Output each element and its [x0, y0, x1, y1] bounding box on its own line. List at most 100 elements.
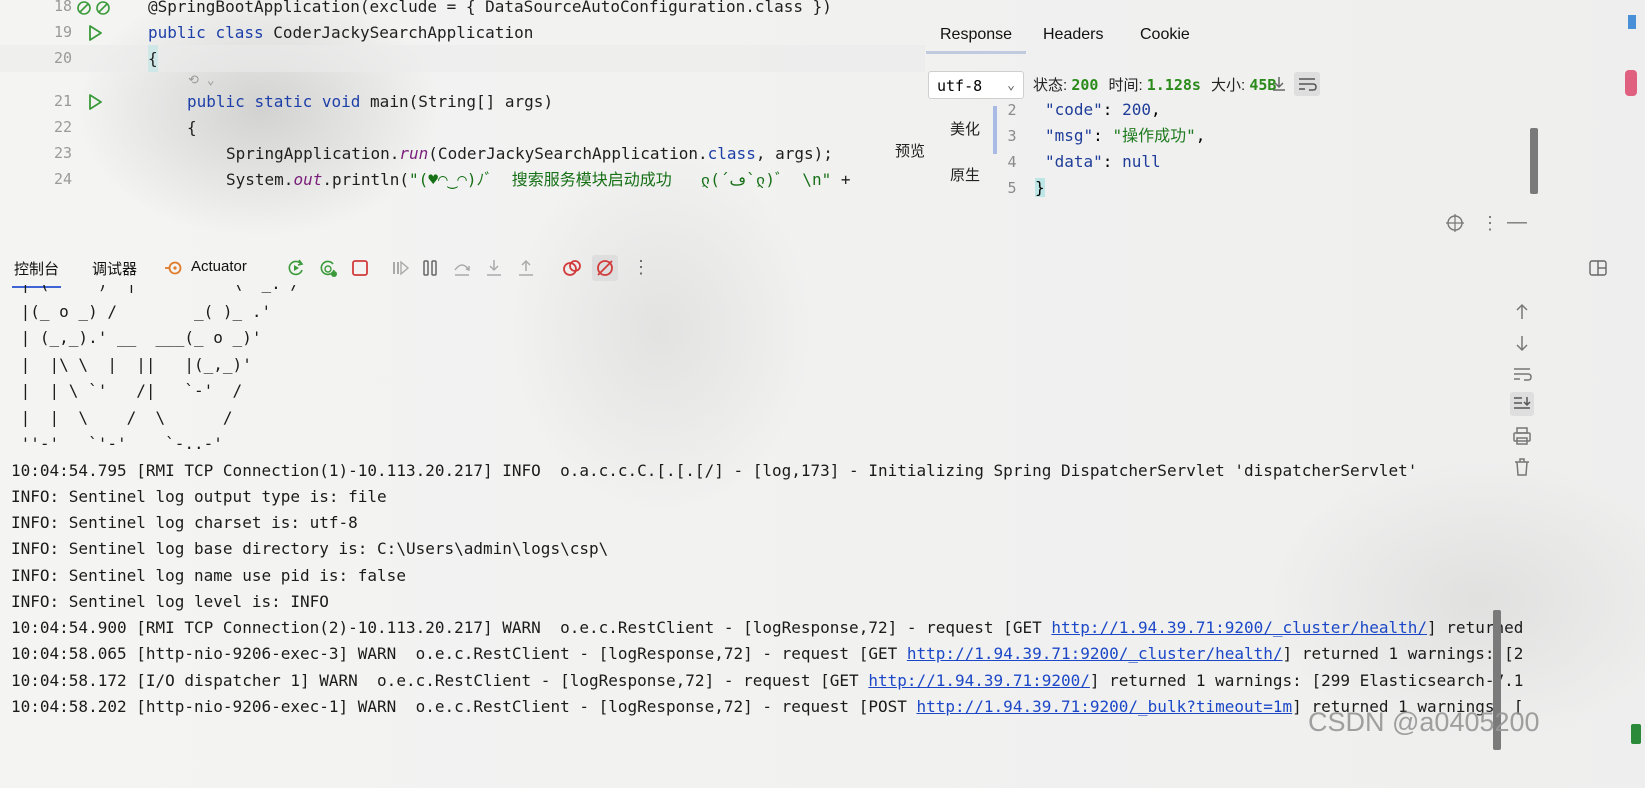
log-line: 10:04:54.900 [RMI TCP Connection(2)-10.1…	[11, 618, 1524, 637]
code-editor[interactable]: 18 @SpringBootApplication(exclude = { Da…	[0, 0, 925, 205]
time-label: 时间:	[1108, 77, 1143, 94]
tab-debugger[interactable]: 调试器	[92, 258, 137, 279]
scroll-up-icon[interactable]	[1510, 300, 1534, 324]
code-text: SpringApplication.run(CoderJackySearchAp…	[226, 144, 833, 163]
soft-wrap-icon[interactable]	[1294, 72, 1320, 96]
log-line: 10:04:58.172 [I/O dispatcher 1] WARN o.e…	[11, 671, 1524, 690]
line-number: 21	[53, 92, 72, 110]
line-number: 22	[53, 118, 72, 136]
response-scrollbar[interactable]	[1530, 128, 1538, 194]
line-number: 23	[53, 144, 72, 162]
inlay-hint[interactable]: ⟲ ⌄	[188, 73, 215, 88]
tab-console[interactable]: 控制台	[11, 258, 62, 288]
download-icon[interactable]	[1270, 75, 1288, 98]
tab-response[interactable]: Response	[925, 26, 1027, 54]
raw-button[interactable]: 原生	[950, 164, 980, 185]
layout-icon[interactable]	[1588, 258, 1608, 283]
rerun-icon[interactable]	[286, 258, 306, 278]
run-gutter-icon[interactable]	[86, 24, 104, 42]
tab-cookie[interactable]: Cookie	[1140, 26, 1190, 44]
minimize-icon[interactable]: —	[1507, 211, 1527, 234]
code-text: public static void main(String[] args)	[187, 92, 554, 111]
pause-icon[interactable]	[420, 258, 440, 278]
code-line-19: 19 public class CoderJackySearchApplicat…	[0, 19, 925, 46]
debug-toolbar: 控制台 调试器 Actuator ⋮	[0, 248, 1645, 288]
log-line: 10:04:54.795 [RMI TCP Connection(1)-10.1…	[11, 461, 1418, 480]
log-line: 10:04:58.202 [http-nio-9206-exec-1] WARN…	[11, 697, 1524, 716]
line-number: 19	[53, 23, 72, 41]
more-options-icon[interactable]: ⋮	[1481, 213, 1499, 234]
json-viewer[interactable]: 2 "code": 200, 3 "msg": "操作成功", 4 "data"…	[995, 97, 1292, 205]
step-into-icon[interactable]	[484, 258, 504, 278]
ascii-art-line: |(_ o _) / _( )_ .'	[11, 302, 272, 321]
code-line-21: 21 public static void main(String[] args…	[0, 88, 925, 115]
code-text: {	[187, 118, 197, 137]
bean-gutter-icon[interactable]	[76, 0, 110, 17]
log-line: INFO: Sentinel log level is: INFO	[11, 592, 329, 611]
soft-wrap-icon[interactable]	[1510, 362, 1534, 386]
code-line-22: 22 {	[0, 114, 925, 141]
log-line: INFO: Sentinel log base directory is: C:…	[11, 539, 609, 558]
step-out-icon[interactable]	[516, 258, 536, 278]
trash-icon[interactable]	[1510, 455, 1534, 479]
mute-breakpoints-icon[interactable]	[592, 255, 618, 281]
stop-icon[interactable]	[350, 258, 370, 278]
log-line: INFO: Sentinel log name use pid is: fals…	[11, 566, 406, 585]
log-link[interactable]: http://1.94.39.71:9200/	[868, 671, 1090, 690]
edge-status-icon	[1631, 724, 1641, 744]
ascii-art-line: | (_,_).' __ ___(_ o _)'	[11, 328, 262, 347]
step-over-icon[interactable]	[452, 258, 472, 278]
line-number: 24	[53, 170, 72, 188]
json-line: 3 "msg": "操作成功",	[1007, 126, 1206, 145]
size-label: 大小:	[1210, 77, 1246, 94]
pretty-button[interactable]: 美化	[950, 118, 980, 139]
actuator-icon	[164, 258, 184, 278]
response-tabs: Response Headers Cookie	[925, 26, 1340, 56]
chevron-down-icon: ⌄	[1007, 78, 1015, 93]
code-text: @SpringBootApplication(exclude = { DataS…	[148, 0, 832, 16]
code-line-23: 23 SpringApplication.run(CoderJackySearc…	[0, 140, 925, 167]
json-line: 5 }	[1007, 178, 1045, 197]
status-row: 状态: 200 时间: 1.128s 大小: 45B	[1033, 74, 1276, 95]
time-value: 1.128s	[1146, 76, 1201, 94]
response-panel: Response Headers Cookie utf-8 ⌄ 状态: 200 时…	[895, 0, 1538, 205]
watermark: CSDN @a0405200	[1308, 707, 1540, 737]
encoding-value: utf-8	[937, 77, 983, 95]
log-link[interactable]: http://1.94.39.71:9200/_cluster/health/	[907, 644, 1283, 663]
scroll-to-end-icon[interactable]	[1510, 392, 1534, 416]
encoding-select[interactable]: utf-8 ⌄	[928, 71, 1024, 99]
ascii-art-line: | ( ) | \ _. /	[11, 285, 300, 297]
log-link[interactable]: http://1.94.39.71:9200/_bulk?timeout=1m	[916, 697, 1292, 716]
code-text: public class CoderJackySearchApplication	[148, 23, 534, 42]
line-number: 20	[53, 49, 72, 67]
resume-icon[interactable]	[390, 258, 410, 278]
code-line-18: 18 @SpringBootApplication(exclude = { Da…	[0, 0, 925, 20]
view-breakpoints-icon[interactable]	[562, 258, 582, 278]
run-gutter-icon[interactable]	[86, 93, 104, 111]
print-icon[interactable]	[1510, 424, 1534, 448]
code-text: {	[148, 45, 158, 72]
ascii-art-line: | | \ / \ /	[11, 408, 233, 427]
preview-label[interactable]: 预览	[895, 140, 925, 161]
code-line-24: 24 System.out.println("(♥◠‿◠)ﾉﾞ 搜索服务模块启动…	[0, 166, 925, 193]
tab-headers[interactable]: Headers	[1043, 26, 1103, 44]
line-number: 18	[53, 0, 72, 15]
log-line: 10:04:58.065 [http-nio-9206-exec-3] WARN…	[11, 644, 1524, 663]
log-link[interactable]: http://1.94.39.71:9200/_cluster/health/	[1051, 618, 1427, 637]
edge-marker-icon	[1628, 15, 1636, 29]
status-label: 状态:	[1033, 77, 1068, 94]
ascii-art-line: ''-' `'-' `-..-'	[11, 434, 223, 453]
plugin-edge-icon[interactable]	[1625, 70, 1637, 96]
log-line: INFO: Sentinel log charset is: utf-8	[11, 513, 358, 532]
status-value: 200	[1071, 76, 1099, 94]
json-line: 2 "code": 200,	[1007, 100, 1161, 119]
code-text: System.out.println("(♥◠‿◠)ﾉﾞ 搜索服务模块启动成功 …	[226, 170, 851, 189]
more-actions-icon[interactable]: ⋮	[632, 257, 650, 278]
rerun-debug-icon[interactable]	[318, 258, 338, 278]
ascii-art-line: | | \ `' /| `-' /	[11, 381, 243, 400]
code-line-20: 20 {	[0, 45, 925, 72]
crosshair-icon[interactable]	[1445, 213, 1465, 238]
tab-actuator[interactable]: Actuator	[191, 258, 247, 275]
json-line: 4 "data": null	[1007, 152, 1161, 171]
scroll-down-icon[interactable]	[1510, 331, 1534, 355]
